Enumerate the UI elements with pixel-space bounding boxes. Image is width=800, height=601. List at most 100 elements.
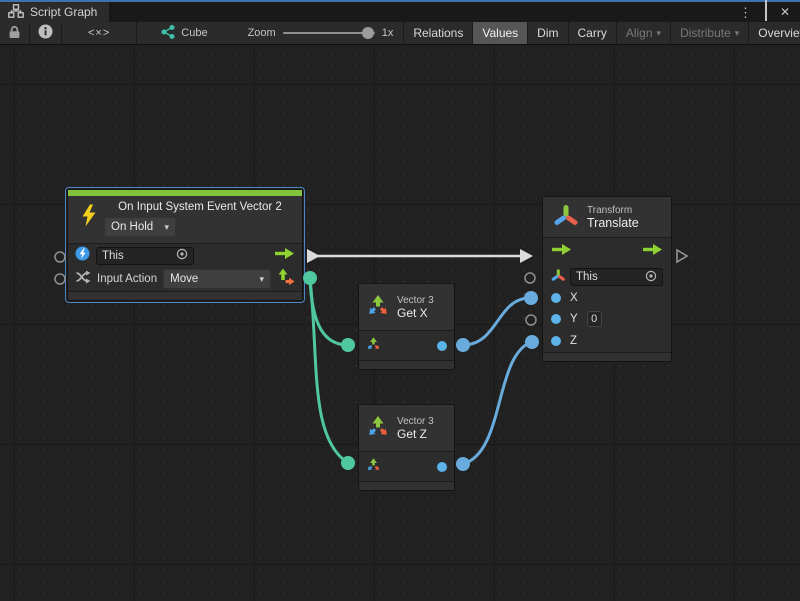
node-vector3-get-x[interactable]: Vector 3 Get X — [358, 283, 455, 370]
empty-port-circle — [55, 252, 65, 262]
output-port-dot[interactable] — [437, 462, 447, 472]
empty-flow-triangle — [677, 250, 687, 262]
info-button[interactable] — [30, 22, 62, 44]
node-type-label: Vector 3 — [397, 416, 434, 427]
port-y-value-field[interactable]: 0 — [587, 311, 602, 327]
node-title: Get Z — [397, 427, 434, 441]
event-this-icon — [75, 246, 90, 266]
port-label: Z — [570, 335, 577, 347]
port-label: Y — [570, 313, 578, 325]
overview-button[interactable]: Overview — [749, 22, 800, 44]
wire-event-to-translate — [307, 249, 533, 263]
wire-end-dot — [525, 335, 539, 349]
zoom-slider-handle[interactable] — [362, 27, 374, 39]
close-icon[interactable]: ✕ — [780, 6, 790, 18]
button-label: Relations — [413, 26, 463, 40]
zoom-control: Zoom 1x — [234, 22, 405, 44]
graph-reference[interactable]: Cube — [153, 22, 215, 44]
node-title: Translate — [587, 216, 639, 230]
node-footer — [359, 360, 454, 369]
action-dropdown[interactable]: Move ▾ — [163, 269, 271, 289]
event-node-header: On Input System Event Vector 2 On Hold ▾ — [68, 196, 302, 243]
values-button[interactable]: Values — [473, 22, 528, 44]
wire-source-dot — [456, 457, 470, 471]
input-action-icon — [75, 270, 91, 289]
wire-getx-to-x — [463, 298, 530, 345]
translate-port-x-row: X — [543, 288, 671, 308]
event-target-row: This — [68, 244, 302, 267]
node-title: Get X — [397, 306, 434, 320]
window-controls: ⋮ ✕ — [739, 2, 800, 22]
getz-port-row — [359, 452, 454, 481]
maximize-icon[interactable] — [765, 3, 767, 21]
translate-port-y-row: Y 0 — [543, 308, 671, 330]
getx-node-header: Vector 3 Get X — [359, 284, 454, 330]
output-port-dot[interactable] — [437, 341, 447, 351]
getx-port-row — [359, 331, 454, 360]
toolbar-gap — [137, 22, 153, 44]
vector3-mini-icon — [366, 457, 381, 477]
window-menu-icon[interactable]: ⋮ — [739, 6, 752, 19]
lock-icon — [8, 25, 21, 42]
button-label: Overview — [758, 26, 800, 40]
node-footer — [68, 291, 302, 300]
transform-mini-icon — [551, 268, 565, 287]
align-button[interactable]: Align ▾ — [617, 22, 671, 44]
distribute-button[interactable]: Distribute ▾ — [671, 22, 749, 44]
field-value: 0 — [591, 313, 597, 325]
zoom-slider[interactable] — [283, 32, 375, 34]
target-picker-icon[interactable] — [645, 270, 657, 285]
script-graph-icon — [161, 25, 175, 42]
wire-end-dot — [341, 338, 355, 352]
empty-port-circle — [525, 273, 535, 283]
field-value: This — [576, 271, 598, 283]
getz-node-header: Vector 3 Get Z — [359, 405, 454, 451]
vector2-output-port[interactable] — [277, 268, 295, 290]
graph-toolbar: <×> Cube Zoom 1x Relations Values Dim Ca… — [0, 22, 800, 45]
wire-end-dot — [341, 456, 355, 470]
node-footer — [359, 481, 454, 490]
translate-target-row: This — [543, 266, 671, 288]
carry-button[interactable]: Carry — [569, 22, 617, 44]
lightning-bolt-icon — [80, 204, 98, 232]
event-action-row: Input Action Move ▾ — [68, 267, 302, 291]
translate-port-z-row: Z — [543, 330, 671, 352]
node-footer — [543, 352, 671, 361]
relations-button[interactable]: Relations — [404, 22, 473, 44]
chevron-down-icon: ▾ — [735, 28, 740, 39]
transform-icon — [553, 203, 578, 232]
graph-canvas[interactable]: On Input System Event Vector 2 On Hold ▾… — [0, 45, 800, 601]
button-label: Carry — [578, 26, 607, 40]
event-mode-dropdown[interactable]: On Hold ▾ — [104, 217, 176, 237]
node-on-input-system-event[interactable]: On Input System Event Vector 2 On Hold ▾… — [67, 189, 303, 301]
node-vector3-get-z[interactable]: Vector 3 Get Z — [358, 404, 455, 491]
zoom-label: Zoom — [248, 27, 276, 39]
hierarchy-icon — [8, 4, 24, 21]
wire-source-dot — [303, 271, 317, 285]
port-dot-z[interactable] — [551, 336, 561, 346]
button-label: Distribute — [680, 26, 731, 40]
code-view-button[interactable]: <×> — [62, 22, 137, 44]
dim-button[interactable]: Dim — [528, 22, 568, 44]
wire-vector2-to-getx — [310, 279, 348, 345]
target-picker-icon[interactable] — [176, 248, 188, 263]
flow-output-arrow[interactable] — [274, 247, 295, 265]
flow-input-arrow[interactable] — [551, 243, 572, 261]
flow-output-arrow[interactable] — [642, 243, 663, 261]
graph-name-label: Cube — [181, 27, 207, 39]
node-transform-translate[interactable]: Transform Translate — [542, 196, 672, 362]
button-label: Align — [626, 26, 653, 40]
chevron-down-icon: ▾ — [657, 28, 662, 39]
lock-button[interactable] — [0, 22, 30, 44]
zoom-value: 1x — [382, 27, 394, 39]
port-label: X — [570, 292, 578, 304]
tab-label: Script Graph — [30, 5, 97, 19]
code-icon: <×> — [70, 27, 128, 39]
event-this-field[interactable]: This — [96, 247, 194, 265]
wire-end-dot — [524, 291, 538, 305]
tab-script-graph[interactable]: Script Graph — [0, 2, 109, 22]
dropdown-value: Move — [170, 273, 198, 285]
translate-this-field[interactable]: This — [570, 268, 663, 286]
port-dot-x[interactable] — [551, 293, 561, 303]
port-dot-y[interactable] — [551, 314, 561, 324]
